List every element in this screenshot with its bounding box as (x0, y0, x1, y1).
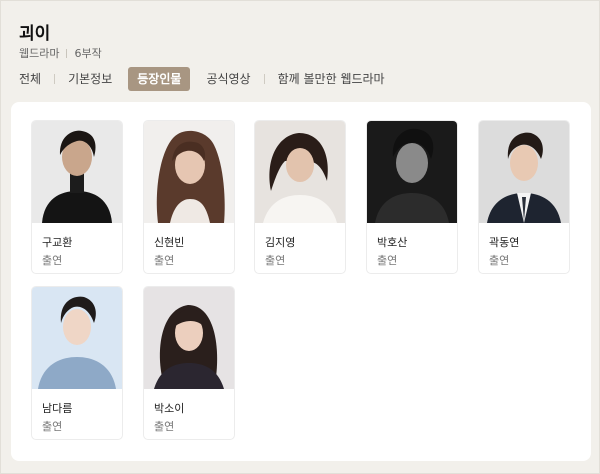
tab-related-dramas[interactable]: 함께 볼만한 웹드라마 (278, 67, 385, 91)
cast-photo (479, 121, 569, 223)
drama-info-panel: 괴이 웹드라마 6부작 전체 기본정보 등장인물 공식영상 함께 볼만한 웹드라… (0, 0, 600, 474)
cast-role: 출연 (265, 254, 286, 267)
tab-cast[interactable]: 등장인물 (128, 67, 191, 91)
cast-card[interactable]: 박소이 출연 (143, 286, 235, 440)
cast-name: 신현빈 (154, 236, 185, 249)
meta-divider (66, 48, 68, 58)
tab-basic-info[interactable]: 기본정보 (68, 67, 112, 91)
cast-role: 출연 (489, 254, 510, 267)
cast-photo (367, 121, 457, 223)
cast-photo (32, 287, 122, 389)
genre-label: 웹드라마 (19, 47, 60, 60)
cast-photo (144, 287, 234, 389)
cast-role: 출연 (42, 420, 63, 433)
cast-card[interactable]: 박호산 출연 (366, 120, 458, 274)
cast-name: 박호산 (377, 236, 408, 249)
cast-name: 김지영 (265, 236, 296, 249)
cast-grid: 구교환 출연 신현빈 출연 김지영 출연 박호산 출연 곽동연 출연 남다름 출… (11, 102, 591, 461)
cast-photo (144, 121, 234, 223)
tab-divider (54, 74, 56, 84)
episode-count: 6부작 (74, 47, 102, 60)
tab-official-videos[interactable]: 공식영상 (206, 67, 250, 91)
tab-bar: 전체 기본정보 등장인물 공식영상 함께 볼만한 웹드라마 (19, 67, 385, 91)
cast-name: 남다름 (42, 402, 73, 415)
cast-card[interactable]: 김지영 출연 (254, 120, 346, 274)
cast-role: 출연 (154, 420, 175, 433)
cast-card[interactable]: 곽동연 출연 (478, 120, 570, 274)
cast-role: 출연 (154, 254, 175, 267)
cast-card[interactable]: 남다름 출연 (31, 286, 123, 440)
cast-card[interactable]: 신현빈 출연 (143, 120, 235, 274)
drama-meta: 웹드라마 6부작 (19, 45, 102, 61)
cast-photo (32, 121, 122, 223)
tab-all[interactable]: 전체 (19, 67, 41, 91)
cast-role: 출연 (42, 254, 63, 267)
cast-name: 박소이 (154, 402, 185, 415)
cast-card[interactable]: 구교환 출연 (31, 120, 123, 274)
cast-role: 출연 (377, 254, 398, 267)
tab-divider (263, 74, 265, 84)
cast-name: 곽동연 (489, 236, 520, 249)
drama-title[interactable]: 괴이 (19, 19, 50, 44)
cast-name: 구교환 (42, 236, 73, 249)
cast-photo (255, 121, 345, 223)
